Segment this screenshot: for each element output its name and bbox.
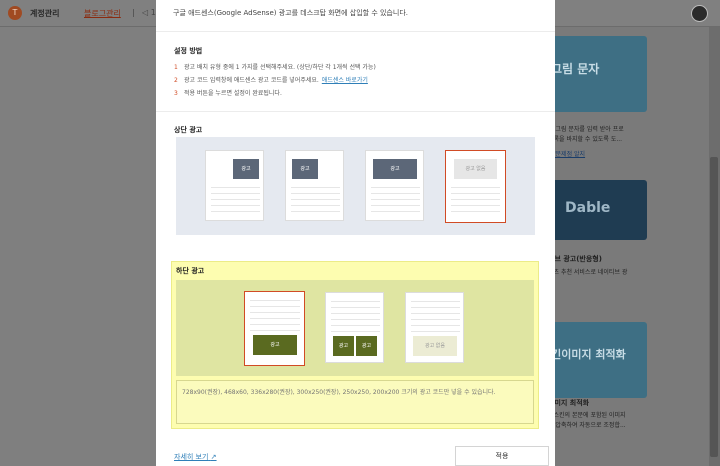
steps-title: 설정 방법 xyxy=(174,47,203,55)
bg-text: 만 압축하여 자동으로 조정합... xyxy=(548,422,626,429)
top-ad-title: 상단 광고 xyxy=(174,126,203,134)
top-ad-option-none[interactable]: 광고 없음 xyxy=(445,150,506,223)
ad-block: 광고 xyxy=(233,159,259,179)
bg-text: 등록을 바지할 수 있도록 도... xyxy=(548,136,623,143)
ad-code-input[interactable] xyxy=(176,380,534,424)
bottom-ad-option-none[interactable]: 광고 없음 xyxy=(405,292,464,363)
blog-manage-link[interactable]: 블로그관리 xyxy=(84,8,121,19)
top-ad-option-right[interactable]: 광고 xyxy=(205,150,264,221)
speaker-icon[interactable]: ◁ 1 xyxy=(142,8,156,17)
top-ad-option-left[interactable]: 광고 xyxy=(285,150,344,221)
top-ad-options: 광고 광고 광고 광고 없음 xyxy=(176,137,535,235)
bottom-ad-options: 광고 광고 광고 광고 없음 xyxy=(176,280,534,376)
ad-block: 광고 xyxy=(253,335,297,355)
no-ad-block: 광고 없음 xyxy=(454,159,497,179)
setup-steps-section: 설정 방법 1 광고 배치 유형 중에 1 가지를 선택해주세요. (상단/하단 … xyxy=(156,31,555,111)
step-item: 2 광고 코드 입력창에 애드센스 광고 코드를 넣어주세요. 애드센스 바로가기 xyxy=(174,77,368,84)
ad-block: 광고 xyxy=(356,336,377,356)
scrollbar-thumb[interactable] xyxy=(710,157,718,457)
external-link-icon: ↗ xyxy=(210,453,217,461)
bg-text: 테스킨의 본문에 포함된 이미지 xyxy=(548,412,626,419)
bg-text: 텐츠 추천 서비스로 네이티브 광 xyxy=(548,269,628,276)
bg-text: 시 그림 문자를 입력 받아 프로 xyxy=(548,126,624,133)
plugin-card-emoji: 그림 문자 xyxy=(539,36,647,112)
account-manage-link[interactable]: 계정관리 xyxy=(30,8,59,19)
bg-text: 비브 광고(반응형) xyxy=(548,255,602,263)
ad-block: 광고 xyxy=(333,336,354,356)
plugin-card-image-opt: 스킨이미지 최적화 xyxy=(539,322,647,398)
bottom-ad-option-double[interactable]: 광고 광고 xyxy=(325,292,384,363)
adsense-link[interactable]: 애드센스 바로가기 xyxy=(322,77,368,84)
bottom-ad-title: 하단 광고 xyxy=(176,267,205,275)
apply-button[interactable]: 적용 xyxy=(455,446,549,466)
ad-block: 광고 xyxy=(373,159,417,179)
modal-intro: 구글 애드센스(Google AdSense) 광고를 데스크탑 화면에 삽입할… xyxy=(173,9,408,17)
plugin-card-dable: Dable xyxy=(539,180,647,240)
avatar[interactable] xyxy=(691,5,708,22)
top-ad-option-wide[interactable]: 광고 xyxy=(365,150,424,221)
bottom-ad-section: 하단 광고 광고 광고 광고 광고 없음 728x90(권장), 468x60,… xyxy=(171,261,539,429)
step-item: 3 적용 버튼을 누르면 설정이 완료됩니다. xyxy=(174,90,282,97)
ad-block: 광고 xyxy=(292,159,318,179)
page-scrollbar[interactable] xyxy=(709,27,720,466)
header-separator: | xyxy=(132,8,135,17)
tistory-logo-icon[interactable]: T xyxy=(8,6,22,20)
adsense-modal: 구글 애드센스(Google AdSense) 광고를 데스크탑 화면에 삽입할… xyxy=(156,0,555,466)
step-item: 1 광고 배치 유형 중에 1 가지를 선택해주세요. (상단/하단 각 1개씩 … xyxy=(174,64,376,71)
more-info-link[interactable]: 자세히 보기 ↗ xyxy=(174,452,217,462)
no-ad-block: 광고 없음 xyxy=(413,336,457,356)
bottom-ad-option-wide[interactable]: 광고 xyxy=(244,291,305,366)
